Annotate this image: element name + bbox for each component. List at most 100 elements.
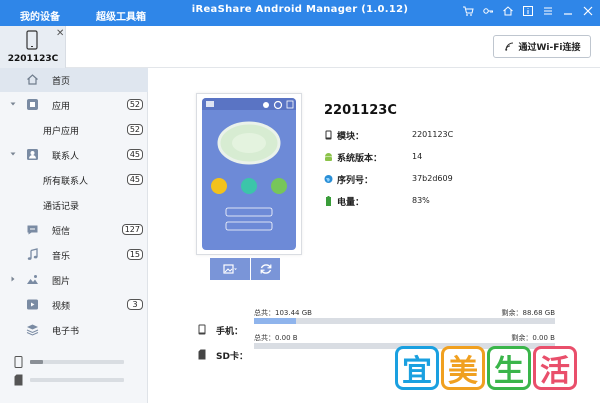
sidebar-item-label: 所有联系人 [43, 177, 89, 187]
count-badge: 45 [126, 174, 143, 185]
sidebar-item-home[interactable]: 首页 [0, 68, 148, 92]
sidebar-item-label: 首页 [52, 77, 71, 87]
phone-screen [202, 98, 296, 250]
apps-icon [27, 99, 38, 110]
count-badge: 15 [126, 249, 143, 260]
home-icon [27, 74, 38, 85]
info-label: 序列号： [337, 176, 374, 186]
music-icon [27, 248, 38, 260]
sidebar-item-label: 电子书 [52, 327, 80, 337]
sidebar-item-apps[interactable]: 应用 52 [0, 93, 148, 117]
sidebar-item-contacts[interactable]: 联系人 45 [0, 143, 148, 167]
sidebar-item-music[interactable]: 音乐 15 [0, 243, 148, 267]
count-badge: 45 [126, 149, 143, 160]
count-badge: 127 [121, 224, 143, 235]
storage-bar-fill [254, 318, 297, 324]
phone-preview [196, 93, 302, 255]
sidebar-item-user-apps[interactable]: 用户应用 52 [0, 118, 148, 142]
sidebar-item-ebooks[interactable]: 电子书 [0, 318, 148, 342]
sidebar-item-photos[interactable]: 图片 [0, 268, 148, 292]
watermark-char: 美 [441, 346, 485, 390]
phone-storage-mini-fill [30, 360, 44, 364]
storage-bar [254, 318, 555, 324]
sd-storage-mini [0, 373, 148, 387]
chevron-down-icon[interactable] [10, 151, 16, 157]
sidebar-item-label: 通话记录 [43, 202, 80, 212]
ebook-icon [26, 324, 39, 336]
phone-icon [14, 356, 23, 368]
wifi-connect-button[interactable]: 通过Wi-Fi连接 [493, 35, 591, 58]
phone-icon [26, 30, 38, 50]
info-label: 系统版本： [337, 154, 383, 164]
chevron-right-icon[interactable] [10, 276, 16, 282]
storage-remaining: 剩余：88.68 GB [501, 309, 556, 317]
storage-total: 总共：103.44 GB [254, 309, 312, 317]
watermark-char: 宜 [395, 346, 439, 390]
globe-icon [324, 175, 333, 183]
device-strip: ✕ 2201123C 通过Wi-Fi连接 [0, 26, 600, 68]
count-badge: 52 [126, 99, 143, 110]
android-icon [325, 153, 332, 161]
close-device-icon[interactable]: ✕ [56, 28, 64, 39]
home-icon[interactable] [502, 5, 514, 17]
count-badge: 52 [126, 124, 143, 135]
image-dropdown-icon [223, 264, 237, 274]
window-controls [462, 5, 594, 17]
contacts-icon [27, 149, 38, 160]
info-value: 37b2d609 [412, 174, 453, 183]
tab-my-devices[interactable]: 我的设备 [16, 8, 64, 29]
storage-remaining: 剩余：0.00 B [511, 334, 555, 342]
sidebar-item-call-logs[interactable]: 通话记录 [0, 193, 148, 217]
info-value: 83% [412, 196, 430, 205]
key-icon[interactable] [482, 5, 494, 17]
sd-storage-mini-bar [30, 378, 124, 382]
sd-card-icon [198, 349, 206, 360]
sidebar-item-label: 应用 [52, 102, 71, 112]
watermark-char: 活 [533, 346, 577, 390]
refresh-icon [260, 264, 271, 274]
storage-name: SD卡： [216, 352, 248, 362]
title-bar: 我的设备 超级工具箱 iReaShare Android Manager (1.… [0, 0, 600, 29]
storage-total: 总共：0.00 B [254, 334, 298, 342]
screenshot-button[interactable] [210, 258, 250, 280]
watermark-char: 生 [487, 346, 531, 390]
info-row-model: 模块： 2201123C [324, 128, 524, 142]
info-value: 14 [412, 152, 423, 161]
sidebar-item-sms[interactable]: 短信 127 [0, 218, 148, 242]
close-icon[interactable] [582, 5, 594, 17]
phone-screen-art [202, 98, 296, 231]
menu-icon[interactable] [542, 5, 554, 17]
sidebar-item-label: 图片 [52, 277, 71, 287]
sidebar-item-label: 音乐 [52, 252, 71, 262]
battery-icon [326, 196, 331, 206]
info-label: 模块： [337, 132, 365, 142]
sidebar-item-label: 短信 [52, 227, 71, 237]
sidebar: 首页 应用 52 用户应用 52 联系人 45 所有联系人 45 通话记录 短信… [0, 68, 148, 403]
phone-icon [325, 130, 332, 140]
phone-storage-mini [0, 355, 148, 369]
info-row-android-version: 系统版本： 14 [324, 150, 524, 164]
sidebar-item-label: 联系人 [52, 152, 80, 162]
minimize-icon[interactable] [562, 5, 574, 17]
sidebar-item-videos[interactable]: 视频 3 [0, 293, 148, 317]
tab-toolbox[interactable]: 超级工具箱 [96, 8, 146, 23]
device-title: 2201123C [324, 103, 397, 118]
info-row-serial: 序列号： 37b2d609 [324, 172, 524, 186]
cart-icon[interactable] [462, 5, 474, 17]
sidebar-item-all-contacts[interactable]: 所有联系人 45 [0, 168, 148, 192]
sms-icon [27, 225, 38, 235]
info-label: 电量： [337, 198, 365, 208]
device-tab[interactable]: ✕ 2201123C [0, 26, 66, 68]
info-value: 2201123C [412, 130, 454, 139]
info-icon[interactable] [522, 5, 534, 17]
sidebar-item-label: 用户应用 [43, 127, 80, 137]
wifi-icon [504, 42, 513, 51]
wifi-connect-label: 通过Wi-Fi连接 [518, 43, 581, 53]
chevron-down-icon[interactable] [10, 101, 16, 107]
refresh-button[interactable] [251, 258, 280, 280]
sd-card-icon [14, 374, 23, 386]
photos-icon [27, 275, 38, 284]
count-badge: 3 [127, 299, 143, 310]
phone-storage-mini-bar [30, 360, 124, 364]
sidebar-item-label: 视频 [52, 302, 71, 312]
